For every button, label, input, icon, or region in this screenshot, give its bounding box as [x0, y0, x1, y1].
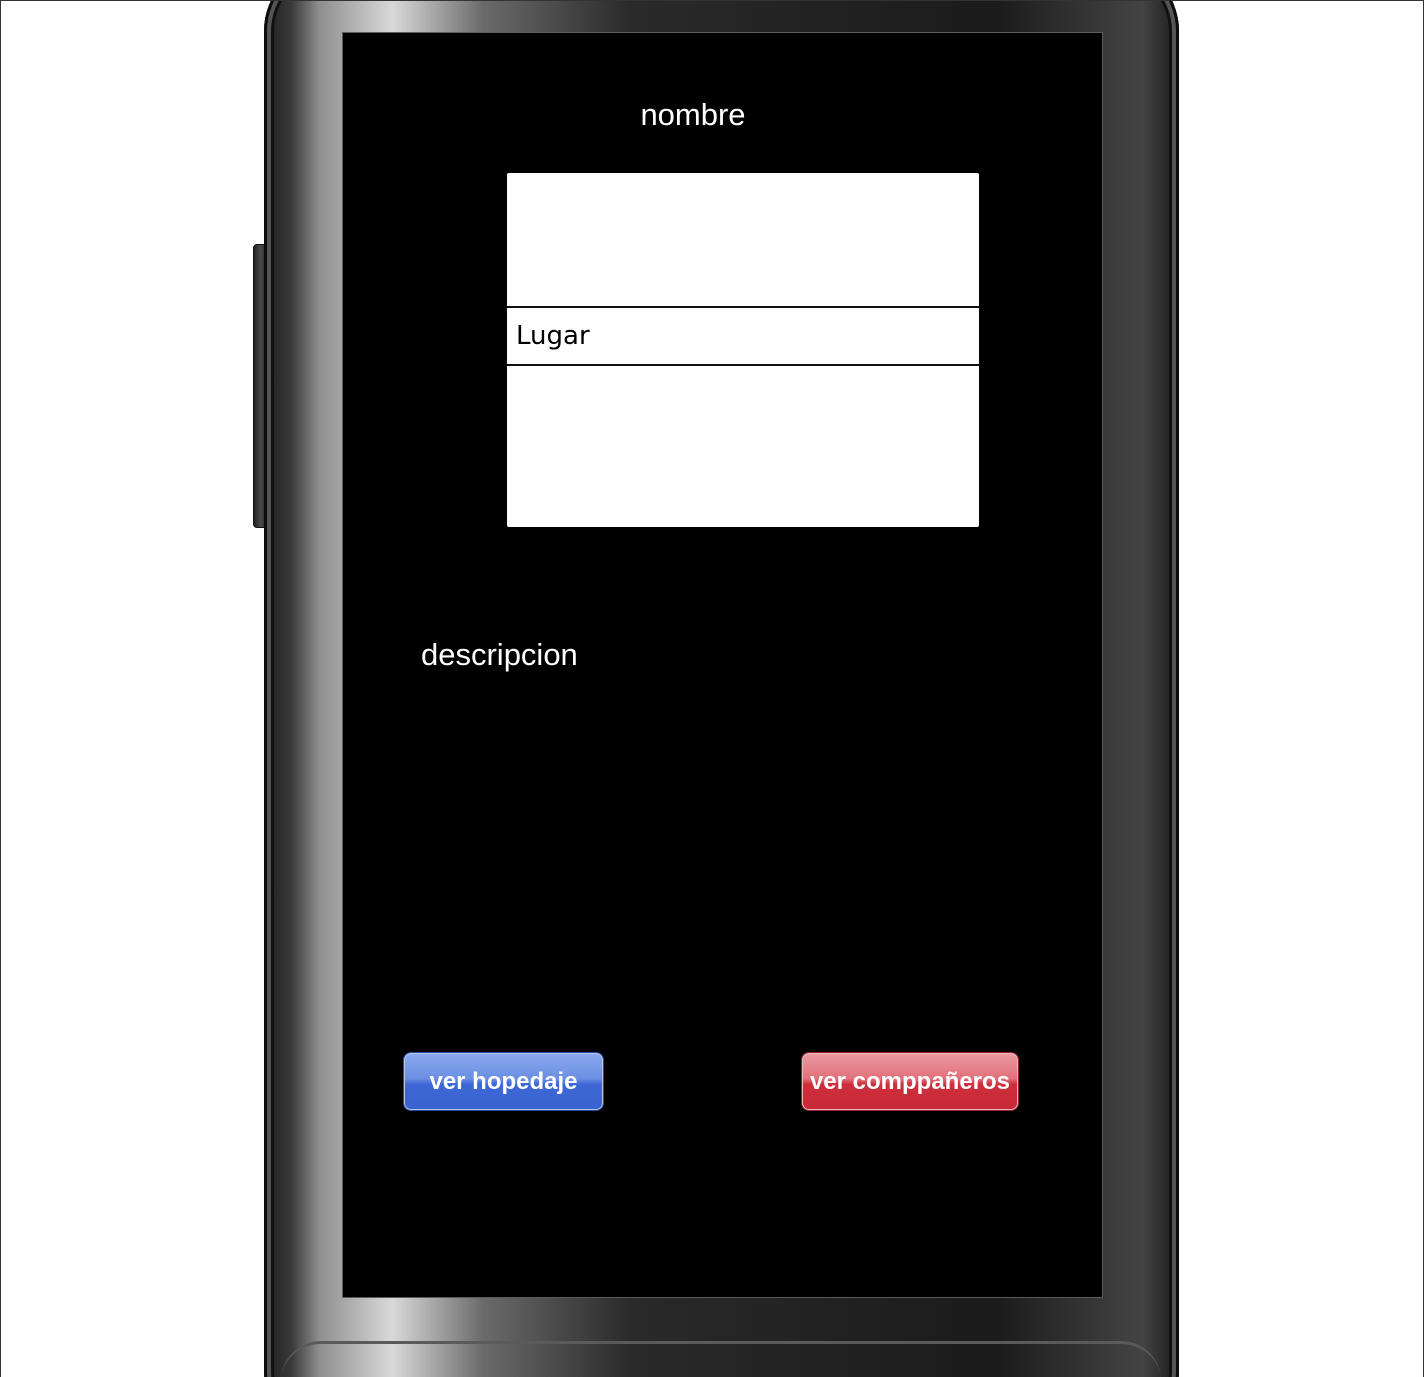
image-placeholder: Lugar	[507, 173, 979, 527]
phone-bottom-bezel	[281, 1341, 1161, 1377]
place-label: Lugar	[516, 321, 590, 351]
view-companions-button[interactable]: ver comppañeros	[802, 1053, 1018, 1110]
view-lodging-button[interactable]: ver hopedaje	[404, 1053, 603, 1110]
description-label: descripcion	[421, 637, 578, 672]
phone-screen: nombre Lugar descripcion ver hopedaje ve…	[342, 32, 1103, 1298]
mockup-canvas: nombre Lugar descripcion ver hopedaje ve…	[0, 0, 1424, 1377]
name-label: nombre	[640, 97, 746, 132]
place-row: Lugar	[507, 306, 979, 366]
phone-frame-highlight	[564, 0, 984, 1]
